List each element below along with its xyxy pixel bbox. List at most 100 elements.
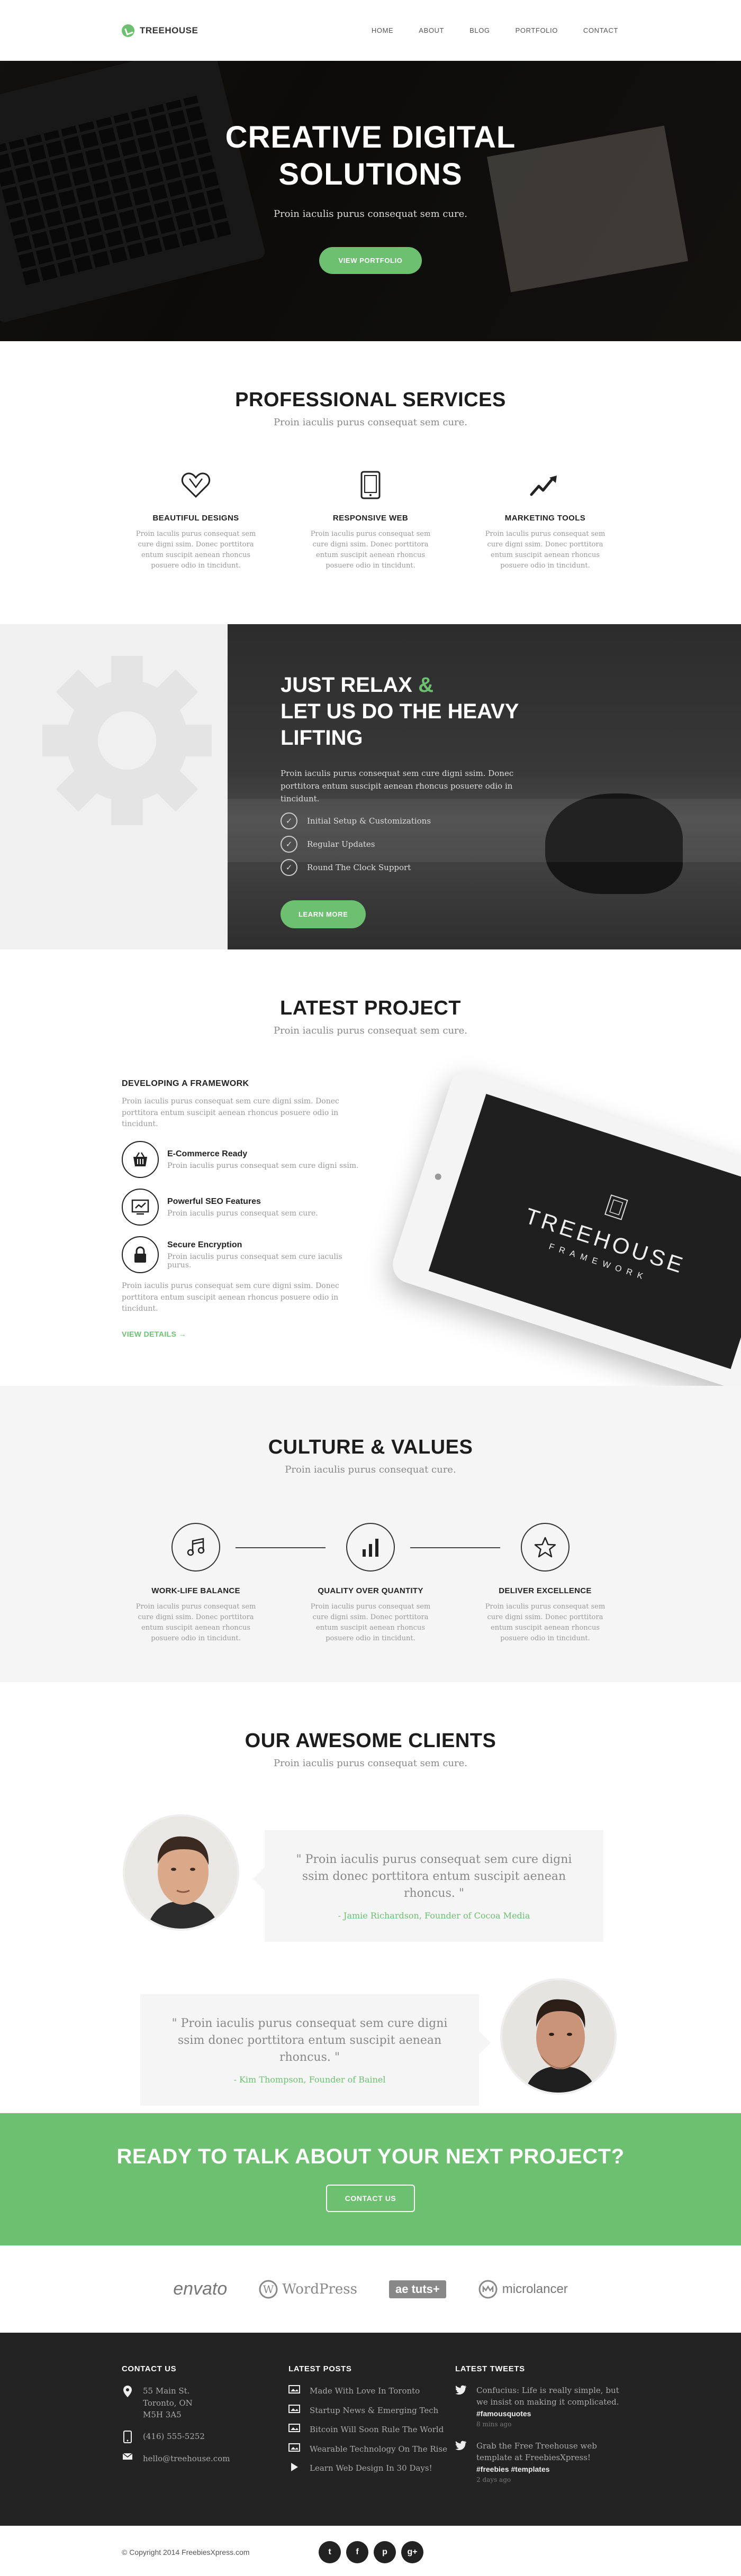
site-header: TREEHOUSE HOME ABOUT BLOG PORTFOLIO CONT… xyxy=(0,0,741,61)
relax-title-line1: JUST RELAX xyxy=(281,673,412,697)
service-text: Proin iaculis purus consequat sem cure d… xyxy=(485,530,606,570)
project-subtitle: Proin iaculis purus consequat sem cure. xyxy=(273,1025,468,1036)
relax-title: JUST RELAX & LET US DO THE HEAVY LIFTING xyxy=(281,672,577,751)
tablet-camera xyxy=(434,1173,442,1181)
footer: CONTACT US 55 Main St. Toronto, ON M5H 3… xyxy=(0,2333,741,2526)
project-section: LATEST PROJECT Proin iaculis purus conse… xyxy=(0,949,741,1386)
partners-bar: envato W WordPress ae tuts+ microlancer xyxy=(0,2245,741,2333)
project-heading: DEVELOPING A FRAMEWORK xyxy=(122,1079,249,1088)
partner-name: WordPress xyxy=(282,2281,357,2297)
avatar xyxy=(500,1978,617,2095)
post-item[interactable]: Learn Web Design In 30 Days! xyxy=(288,2462,455,2474)
email-link[interactable]: hello@treehouse.com xyxy=(143,2453,230,2465)
services-section: PROFESSIONAL SERVICES Proin iaculis puru… xyxy=(0,341,741,624)
services-subtitle: Proin iaculis purus consequat sem cure. xyxy=(273,417,468,428)
logo-text: TREEHOUSE xyxy=(140,25,198,35)
clients-title: OUR AWESOME CLIENTS xyxy=(245,1730,496,1752)
hero-subtitle: Proin iaculis purus consequat sem cure. xyxy=(273,208,468,220)
partner-name: microlancer xyxy=(502,2281,568,2296)
culture-item-text: Proin iaculis purus consequat sem cure d… xyxy=(310,1603,431,1643)
twitter-bird-icon xyxy=(455,2385,468,2429)
partner-logo-envato[interactable]: envato xyxy=(173,2279,227,2299)
nav-blog[interactable]: BLOG xyxy=(469,26,490,34)
post-item[interactable]: Startup News & Emerging Tech xyxy=(288,2404,455,2417)
post-title: Wearable Technology On The Rise xyxy=(310,2444,448,2454)
image-icon xyxy=(288,2424,300,2432)
post-item[interactable]: Bitcoin Will Soon Rule The World xyxy=(288,2424,455,2436)
partner-logo-microlancer[interactable]: microlancer xyxy=(478,2279,568,2299)
nav-about[interactable]: ABOUT xyxy=(419,26,444,34)
partner-name: ae tuts+ xyxy=(388,2280,446,2298)
footer-tweets: LATEST TWEETS Confucius: Life is really … xyxy=(455,2364,622,2526)
tablet-logo-icon xyxy=(604,1194,628,1220)
check-icon: ✓ xyxy=(281,859,297,876)
services-title: PROFESSIONAL SERVICES xyxy=(235,389,506,411)
post-item[interactable]: Made With Love In Toronto xyxy=(288,2385,455,2397)
footer-contact: CONTACT US 55 Main St. Toronto, ON M5H 3… xyxy=(122,2364,288,2526)
service-title: MARKETING TOOLS xyxy=(504,514,586,523)
mail-icon xyxy=(122,2452,133,2460)
facebook-icon[interactable]: f xyxy=(346,2541,368,2563)
culture-item-title: WORK-LIFE BALANCE xyxy=(151,1586,240,1595)
quote-box: " Proin iaculis purus consequat sem cure… xyxy=(140,1994,491,2106)
footer-email: hello@treehouse.com xyxy=(122,2452,288,2465)
check-item: ✓ Regular Updates xyxy=(281,836,577,853)
learn-more-button[interactable]: LEARN MORE xyxy=(281,900,366,928)
partner-logo-wordpress[interactable]: W WordPress xyxy=(259,2280,357,2299)
tweet-hashtag[interactable]: #freebies #templates xyxy=(476,2464,622,2474)
tweet-time: 8 mins ago xyxy=(476,2420,512,2428)
svg-text:W: W xyxy=(263,2283,274,2296)
twitter-icon[interactable]: t xyxy=(319,2541,341,2563)
tablet-mockup: TREEHOUSE FRAMEWORK xyxy=(387,1065,741,1386)
contact-us-button[interactable]: CONTACT US xyxy=(326,2185,415,2212)
footer-heading: CONTACT US xyxy=(122,2364,177,2373)
service-item: MARKETING TOOLS Proin iaculis purus cons… xyxy=(476,470,614,572)
post-title: Made With Love In Toronto xyxy=(310,2386,420,2396)
culture-item-title: DELIVER EXCELLENCE xyxy=(499,1586,592,1595)
project-title: LATEST PROJECT xyxy=(280,997,461,1019)
post-item[interactable]: Wearable Technology On The Rise xyxy=(288,2443,455,2455)
check-label: Regular Updates xyxy=(307,839,375,849)
phone-icon xyxy=(122,2430,133,2443)
tablet-icon xyxy=(302,470,439,500)
pinterest-icon[interactable]: p xyxy=(374,2541,396,2563)
tweet-text: Confucius: Life is really simple, but we… xyxy=(476,2386,619,2407)
post-title: Learn Web Design In 30 Days! xyxy=(310,2463,432,2473)
post-title: Startup News & Emerging Tech xyxy=(310,2405,439,2415)
culture-item-text: Proin iaculis purus consequat sem cure d… xyxy=(135,1603,256,1643)
hero-title: CREATIVE DIGITAL SOLUTIONS xyxy=(225,120,516,191)
google-plus-icon[interactable]: g+ xyxy=(401,2541,423,2563)
post-title: Bitcoin Will Soon Rule The World xyxy=(310,2425,444,2434)
view-details-link[interactable]: VIEW DETAILS → xyxy=(122,1330,186,1338)
check-icon: ✓ xyxy=(281,812,297,829)
partner-logo-tuts[interactable]: ae tuts+ xyxy=(388,2280,446,2298)
testimonial: " Proin iaculis purus consequat sem cure… xyxy=(123,1814,603,1942)
culture-item-title: QUALITY OVER QUANTITY xyxy=(318,1586,423,1595)
footer-phone: (416) 555-5252 xyxy=(122,2430,288,2443)
nav-contact[interactable]: CONTACT xyxy=(583,26,618,34)
lock-icon xyxy=(122,1236,159,1274)
footer-posts: LATEST POSTS Made With Love In Toronto S… xyxy=(288,2364,455,2526)
tweet-item: Confucius: Life is really simple, but we… xyxy=(455,2385,622,2429)
cta-section: READY TO TALK ABOUT YOUR NEXT PROJECT? C… xyxy=(0,2113,741,2245)
service-text: Proin iaculis purus consequat sem cure d… xyxy=(310,530,431,570)
project-intro: Proin iaculis purus consequat sem cure d… xyxy=(122,1097,339,1129)
social-links: t f p g+ xyxy=(319,2541,423,2563)
footer-heading: LATEST TWEETS xyxy=(455,2364,525,2373)
play-icon xyxy=(288,2462,300,2472)
logo-icon xyxy=(122,24,134,37)
logo[interactable]: TREEHOUSE xyxy=(122,24,198,37)
service-item: BEAUTIFUL DESIGNS Proin iaculis purus co… xyxy=(127,470,265,572)
tweet-hashtag[interactable]: #famousquotes xyxy=(476,2408,622,2419)
view-portfolio-button[interactable]: VIEW PORTFOLIO xyxy=(319,247,422,275)
quote-text: " Proin iaculis purus consequat sem cure… xyxy=(296,1853,572,1900)
service-text: Proin iaculis purus consequat sem cure d… xyxy=(135,530,256,570)
star-icon xyxy=(521,1523,570,1572)
quote-author: - Kim Thompson, Founder of Bainel xyxy=(233,2074,386,2085)
nav-home[interactable]: HOME xyxy=(372,26,393,34)
nav-portfolio[interactable]: PORTFOLIO xyxy=(516,26,558,34)
culture-title: CULTURE & VALUES xyxy=(268,1436,473,1458)
feature-text: Proin iaculis purus consequat sem cure i… xyxy=(167,1252,342,1269)
relax-title-amp: & xyxy=(418,673,433,697)
phone-text[interactable]: (416) 555-5252 xyxy=(143,2431,205,2443)
